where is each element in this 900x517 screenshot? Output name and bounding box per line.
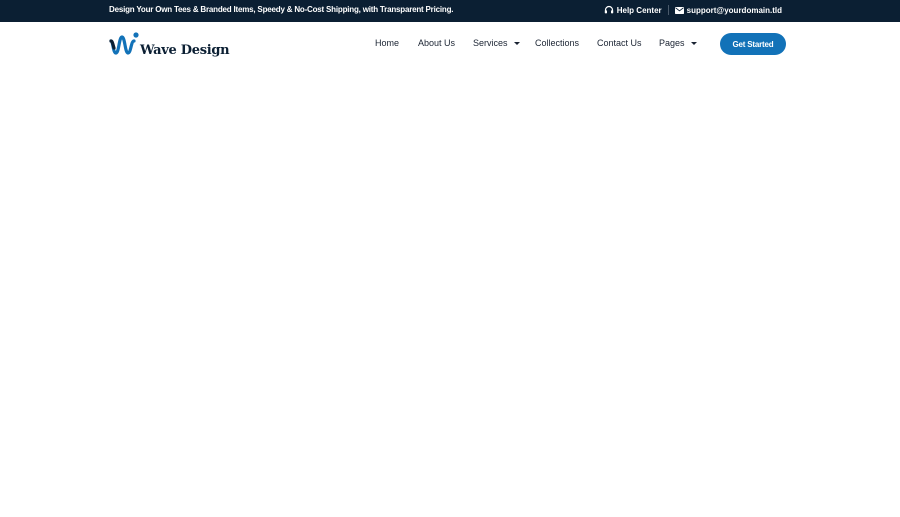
nav-item-label: Home (375, 38, 400, 48)
nav-item-about-us[interactable]: About Us (418, 38, 455, 48)
nav-item-home[interactable]: Home (375, 38, 399, 48)
nav-item-label: Collections (535, 38, 580, 48)
nav-item-label: About Us (418, 38, 456, 48)
site-logo[interactable]: Wave Design (109, 30, 230, 58)
top-announcement-bar: Design Your Own Tees & Branded Items, Sp… (0, 0, 900, 22)
nav-item-services[interactable]: Services (473, 38, 520, 48)
main-content-area (0, 66, 900, 517)
support-email-link[interactable]: support@yourdomain.tld (674, 5, 782, 15)
envelope-icon (674, 6, 684, 14)
contact-links: Help Center support@yourdomain.tld (604, 5, 782, 15)
nav-item-collections[interactable]: Collections (535, 38, 579, 48)
nav-item-label: Services (473, 38, 508, 48)
logo-wordmark: Wave Design (140, 43, 230, 58)
chevron-down-icon (690, 41, 697, 45)
site-header: Wave Design Home About Us Services Colle… (0, 22, 900, 66)
help-center-link[interactable]: Help Center (604, 5, 662, 15)
nav-item-label: Contact Us (597, 38, 642, 48)
promo-text: Design Your Own Tees & Branded Items, Sp… (109, 5, 454, 14)
support-email-label: support@yourdomain.tld (686, 5, 782, 15)
get-started-button[interactable]: Get Started (720, 33, 786, 55)
nav-item-label: Pages (659, 38, 685, 48)
contact-divider (667, 5, 669, 15)
headset-icon (604, 5, 614, 15)
chevron-down-icon (513, 41, 520, 45)
nav-item-pages[interactable]: Pages (659, 38, 697, 48)
help-center-label: Help Center (616, 5, 662, 15)
wave-logo-icon (109, 31, 139, 58)
nav-item-contact-us[interactable]: Contact Us (597, 38, 642, 48)
